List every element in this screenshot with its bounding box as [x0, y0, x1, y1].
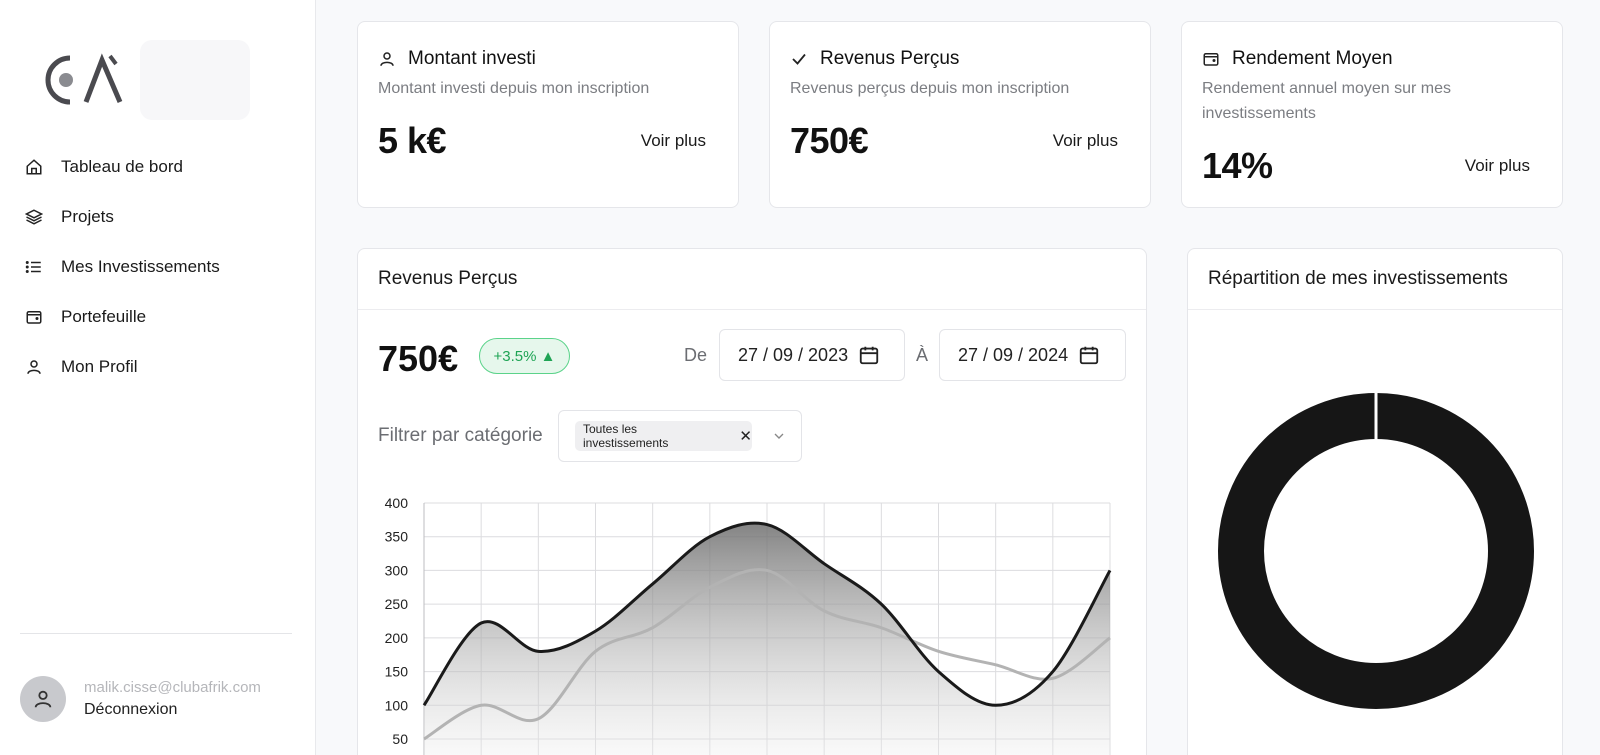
- stat-card-subtitle: Revenus perçus depuis mon inscription: [790, 80, 1070, 97]
- voir-plus-link[interactable]: Voir plus: [1465, 156, 1530, 176]
- y-tick-label: 350: [385, 529, 409, 545]
- sidebar-item-dashboard[interactable]: Tableau de bord: [24, 142, 220, 192]
- filter-chip-label: Toutes les investissements: [583, 422, 669, 450]
- stat-card-title: Revenus Perçus: [820, 48, 960, 69]
- from-date-input[interactable]: 27 / 09 / 2023: [719, 329, 905, 381]
- from-label: De: [684, 345, 708, 365]
- avatar[interactable]: [20, 676, 66, 722]
- sidebar-item-label: Portefeuille: [61, 307, 147, 326]
- user-icon: [24, 357, 44, 377]
- stat-card-title: Rendement Moyen: [1232, 48, 1393, 69]
- calendar-icon: [858, 344, 880, 366]
- sidebar-item-profile[interactable]: Mon Profil: [24, 342, 220, 392]
- stat-card-invested: Montant investi Montant investi depuis m…: [357, 21, 739, 208]
- stat-card-revenue: Revenus Perçus Revenus perçus depuis mon…: [769, 21, 1151, 208]
- panel-title: Revenus Perçus: [358, 249, 1146, 310]
- sidebar-divider: [20, 633, 292, 634]
- y-tick-label: 250: [385, 596, 409, 612]
- y-tick-label: 300: [385, 562, 409, 578]
- user-email: malik.cisse@clubafrik.com: [84, 679, 261, 696]
- sidebar-item-label: Mes Investissements: [61, 257, 220, 276]
- category-filter-select[interactable]: Toutes les investissements ✕: [558, 410, 802, 462]
- calendar-icon: [1078, 344, 1100, 366]
- sidebar-item-wallet[interactable]: Portefeuille: [24, 292, 220, 342]
- to-label: À: [916, 345, 929, 365]
- revenue-area-chart: 400 350 300 250 200 150 100 50: [385, 495, 1112, 755]
- wallet-icon: [24, 307, 44, 327]
- stat-card-subtitle: Montant investi depuis mon inscription: [378, 80, 650, 97]
- logo-mark-icon: [45, 53, 123, 105]
- chip-close-icon[interactable]: ✕: [739, 427, 752, 445]
- logout-link[interactable]: Déconnexion: [84, 701, 261, 719]
- filter-label: Filtrer par catégorie: [378, 425, 543, 446]
- revenue-value: 750€: [378, 338, 459, 379]
- user-icon: [34, 690, 52, 708]
- sidebar-item-label: Tableau de bord: [61, 157, 183, 176]
- stat-card-title: Montant investi: [408, 48, 536, 69]
- logo-text-blur: [140, 40, 250, 120]
- chevron-down-icon[interactable]: [771, 428, 787, 449]
- y-tick-label: 200: [385, 630, 409, 646]
- y-tick-label: 400: [385, 495, 409, 511]
- allocation-panel: Répartition de mes investissements: [1187, 248, 1563, 755]
- donut-slice[interactable]: [1218, 393, 1534, 709]
- check-icon: [790, 49, 810, 69]
- to-date-input[interactable]: 27 / 09 / 2024: [939, 329, 1126, 381]
- y-tick-label: 100: [385, 697, 409, 713]
- stat-card-value: 750€: [790, 120, 869, 161]
- y-tick-label: 150: [385, 664, 409, 680]
- home-icon: [24, 157, 44, 177]
- user-block: malik.cisse@clubafrik.com Déconnexion: [20, 676, 261, 722]
- growth-badge: +3.5% ▲: [479, 338, 570, 374]
- user-icon: [378, 49, 398, 69]
- y-tick-label: 50: [392, 731, 408, 747]
- from-date-value: 27 / 09 / 2023: [738, 344, 849, 365]
- sidebar-nav: Tableau de bord Projets Mes Investisseme…: [24, 142, 220, 392]
- sidebar-item-projects[interactable]: Projets: [24, 192, 220, 242]
- stat-card-value: 5 k€: [378, 120, 447, 161]
- sidebar: Tableau de bord Projets Mes Investisseme…: [0, 0, 316, 755]
- sidebar-item-label: Mon Profil: [61, 357, 138, 376]
- logo: [40, 50, 130, 110]
- wallet-icon: [1202, 49, 1222, 69]
- filter-chip: Toutes les investissements ✕: [575, 421, 752, 451]
- to-date-value: 27 / 09 / 2024: [958, 344, 1069, 365]
- stat-card-subtitle: Rendement annuel moyen sur mes investiss…: [1202, 80, 1452, 122]
- list-icon: [24, 257, 44, 277]
- voir-plus-link[interactable]: Voir plus: [641, 131, 706, 151]
- revenue-panel: Revenus Perçus 750€ +3.5% ▲ De 27 / 09 /…: [357, 248, 1147, 755]
- layers-icon: [24, 207, 44, 227]
- sidebar-item-label: Projets: [61, 207, 114, 226]
- allocation-donut-chart: [1218, 392, 1534, 709]
- panel-title: Répartition de mes investissements: [1188, 249, 1562, 310]
- voir-plus-link[interactable]: Voir plus: [1053, 131, 1118, 151]
- sidebar-item-investments[interactable]: Mes Investissements: [24, 242, 220, 292]
- stat-card-yield: Rendement Moyen Rendement annuel moyen s…: [1181, 21, 1563, 208]
- stat-card-value: 14%: [1202, 145, 1273, 186]
